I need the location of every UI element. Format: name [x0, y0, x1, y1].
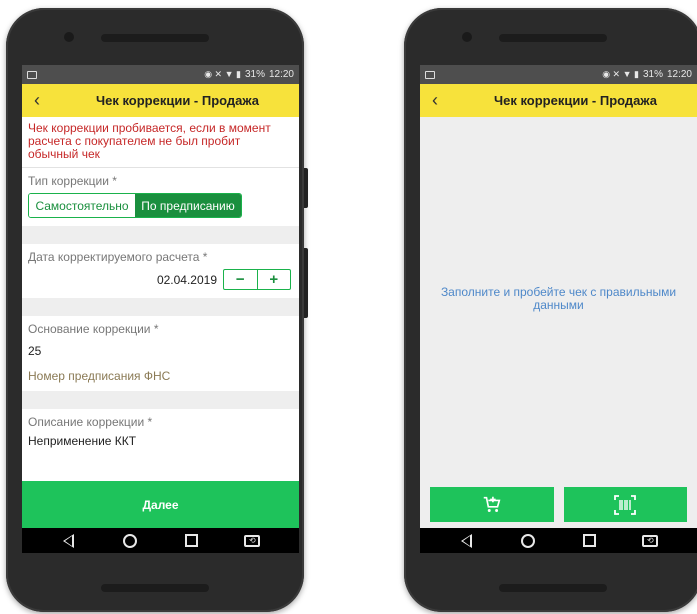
divider	[22, 298, 299, 316]
next-button[interactable]: Далее	[22, 481, 299, 528]
status-time: 12:20	[268, 69, 294, 80]
option-by-order[interactable]: По предписанию	[135, 194, 241, 217]
nav-home-icon[interactable]	[518, 531, 538, 551]
back-arrow-icon[interactable]: ‹	[420, 84, 450, 117]
status-bar: ◉ ✕ ▼ ▮ 31% 12:20	[420, 65, 697, 84]
earpiece-speaker	[499, 34, 607, 42]
decrement-button[interactable]: −	[224, 270, 257, 289]
description-section: Описание коррекции * Неприменение ККТ	[22, 409, 299, 456]
option-self[interactable]: Самостоятельно	[29, 194, 135, 217]
signal-icons: ◉ ✕ ▼ ▮	[204, 69, 241, 79]
basis-sub-label: Номер предписания ФНС	[28, 369, 171, 383]
barcode-scan-button[interactable]	[563, 487, 687, 522]
bottom-speaker	[499, 584, 607, 592]
power-button	[304, 168, 308, 208]
description-label: Описание коррекции *	[28, 415, 153, 429]
nav-rotate-icon[interactable]: ⟲	[242, 531, 262, 551]
increment-button[interactable]: +	[256, 270, 291, 289]
back-arrow-icon[interactable]: ‹	[22, 84, 52, 117]
basis-value[interactable]: 25	[28, 344, 291, 358]
notification-icon	[27, 70, 37, 79]
earpiece-speaker	[101, 34, 209, 42]
add-to-cart-icon	[483, 496, 501, 512]
phone-frame-right: ◉ ✕ ▼ ▮ 31% 12:20 ‹ Чек коррекции - Прод…	[404, 8, 697, 612]
status-time: 12:20	[666, 69, 692, 80]
nav-home-icon[interactable]	[120, 531, 140, 551]
notification-icon	[425, 70, 435, 79]
app-bar: ‹ Чек коррекции - Продажа	[420, 84, 697, 117]
battery-percent: 31%	[244, 69, 265, 80]
system-nav-bar: ⟲	[420, 528, 697, 553]
correction-type-section: Тип коррекции * Самостоятельно По предпи…	[22, 168, 299, 226]
front-camera	[64, 32, 74, 42]
page-title: Чек коррекции - Продажа	[493, 93, 658, 108]
add-to-cart-button[interactable]	[430, 487, 554, 522]
date-label: Дата корректируемого расчета *	[28, 250, 208, 264]
bottom-speaker	[101, 584, 209, 592]
volume-button	[304, 248, 308, 318]
description-value[interactable]: Неприменение ККТ	[28, 434, 291, 448]
date-section: Дата корректируемого расчета * 02.04.201…	[22, 244, 299, 298]
empty-state: Заполните и пробейте чек с правильными д…	[420, 117, 697, 481]
phone-frame-left: ◉ ✕ ▼ ▮ 31% 12:20 ‹ Чек коррекции - Прод…	[6, 8, 308, 612]
nav-rotate-icon[interactable]: ⟲	[640, 531, 660, 551]
battery-percent: 31%	[642, 69, 663, 80]
screen-correction-form: ◉ ✕ ▼ ▮ 31% 12:20 ‹ Чек коррекции - Прод…	[22, 65, 299, 553]
front-camera	[462, 32, 472, 42]
basis-label: Основание коррекции *	[28, 322, 159, 336]
date-stepper: − +	[223, 269, 291, 290]
status-bar: ◉ ✕ ▼ ▮ 31% 12:20	[22, 65, 299, 84]
page-title: Чек коррекции - Продажа	[95, 93, 260, 108]
nav-recent-icon[interactable]	[579, 531, 599, 551]
divider	[22, 226, 299, 244]
correction-type-toggle: Самостоятельно По предписанию	[28, 193, 242, 218]
date-value[interactable]: 02.04.2019	[157, 273, 217, 287]
barcode-scan-icon	[614, 494, 637, 515]
screen-correction-empty: ◉ ✕ ▼ ▮ 31% 12:20 ‹ Чек коррекции - Прод…	[420, 65, 697, 553]
empty-message: Заполните и пробейте чек с правильными д…	[440, 285, 677, 312]
correction-type-label: Тип коррекции *	[28, 174, 117, 188]
signal-icons: ◉ ✕ ▼ ▮	[602, 69, 639, 79]
nav-back-icon[interactable]	[59, 531, 79, 551]
system-nav-bar: ⟲	[22, 528, 299, 553]
action-bar	[420, 481, 697, 528]
warning-message: Чек коррекции пробивается, если в момент…	[22, 117, 299, 168]
nav-recent-icon[interactable]	[181, 531, 201, 551]
divider	[22, 391, 299, 409]
app-bar: ‹ Чек коррекции - Продажа	[22, 84, 299, 117]
basis-section: Основание коррекции * 25 Номер предписан…	[22, 316, 299, 391]
nav-back-icon[interactable]	[457, 531, 477, 551]
